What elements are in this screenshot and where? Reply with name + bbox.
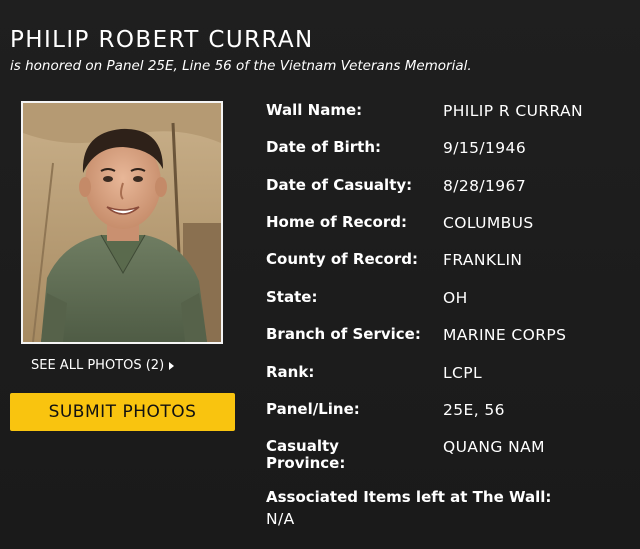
- state-label: State:: [266, 288, 318, 306]
- home-of-record-label: Home of Record:: [266, 213, 407, 231]
- date-of-casualty-label: Date of Casualty:: [266, 176, 413, 194]
- date-of-birth-value: 9/15/1946: [443, 139, 527, 157]
- branch-of-service-label: Branch of Service:: [266, 325, 421, 343]
- county-of-record-label: County of Record:: [266, 250, 418, 268]
- caret-right-icon: [169, 361, 175, 370]
- state-value: OH: [443, 289, 468, 307]
- rank-label: Rank:: [266, 363, 315, 381]
- casualty-province-value: QUANG NAM: [443, 438, 545, 456]
- veteran-name-title: PHILIP ROBERT CURRAN: [10, 27, 314, 53]
- panel-line-value: 25E, 56: [443, 401, 505, 419]
- veteran-photo-frame[interactable]: [21, 101, 223, 344]
- veteran-photo[interactable]: [23, 103, 221, 342]
- memorial-subtitle: is honored on Panel 25E, Line 56 of the …: [10, 58, 472, 74]
- see-all-photos-link[interactable]: SEE ALL PHOTOS (2): [31, 358, 175, 373]
- submit-photos-button[interactable]: SUBMIT PHOTOS: [10, 393, 235, 431]
- associated-items-value: N/A: [266, 510, 295, 528]
- panel-line-label: Panel/Line:: [266, 400, 360, 418]
- county-of-record-value: FRANKLIN: [443, 251, 523, 269]
- wall-name-value: PHILIP R CURRAN: [443, 102, 584, 120]
- casualty-province-label-line1: Casualty: [266, 437, 339, 455]
- date-of-casualty-value: 8/28/1967: [443, 177, 527, 195]
- see-all-photos-label: SEE ALL PHOTOS (2): [31, 358, 165, 373]
- associated-items-label: Associated Items left at The Wall:: [266, 488, 552, 506]
- casualty-province-label-line2: Province:: [266, 454, 346, 472]
- wall-name-label: Wall Name:: [266, 101, 363, 119]
- date-of-birth-label: Date of Birth:: [266, 138, 382, 156]
- veteran-profile-page: PHILIP ROBERT CURRAN is honored on Panel…: [0, 0, 640, 549]
- rank-value: LCPL: [443, 364, 483, 382]
- branch-of-service-value: MARINE CORPS: [443, 326, 567, 344]
- home-of-record-value: COLUMBUS: [443, 214, 534, 232]
